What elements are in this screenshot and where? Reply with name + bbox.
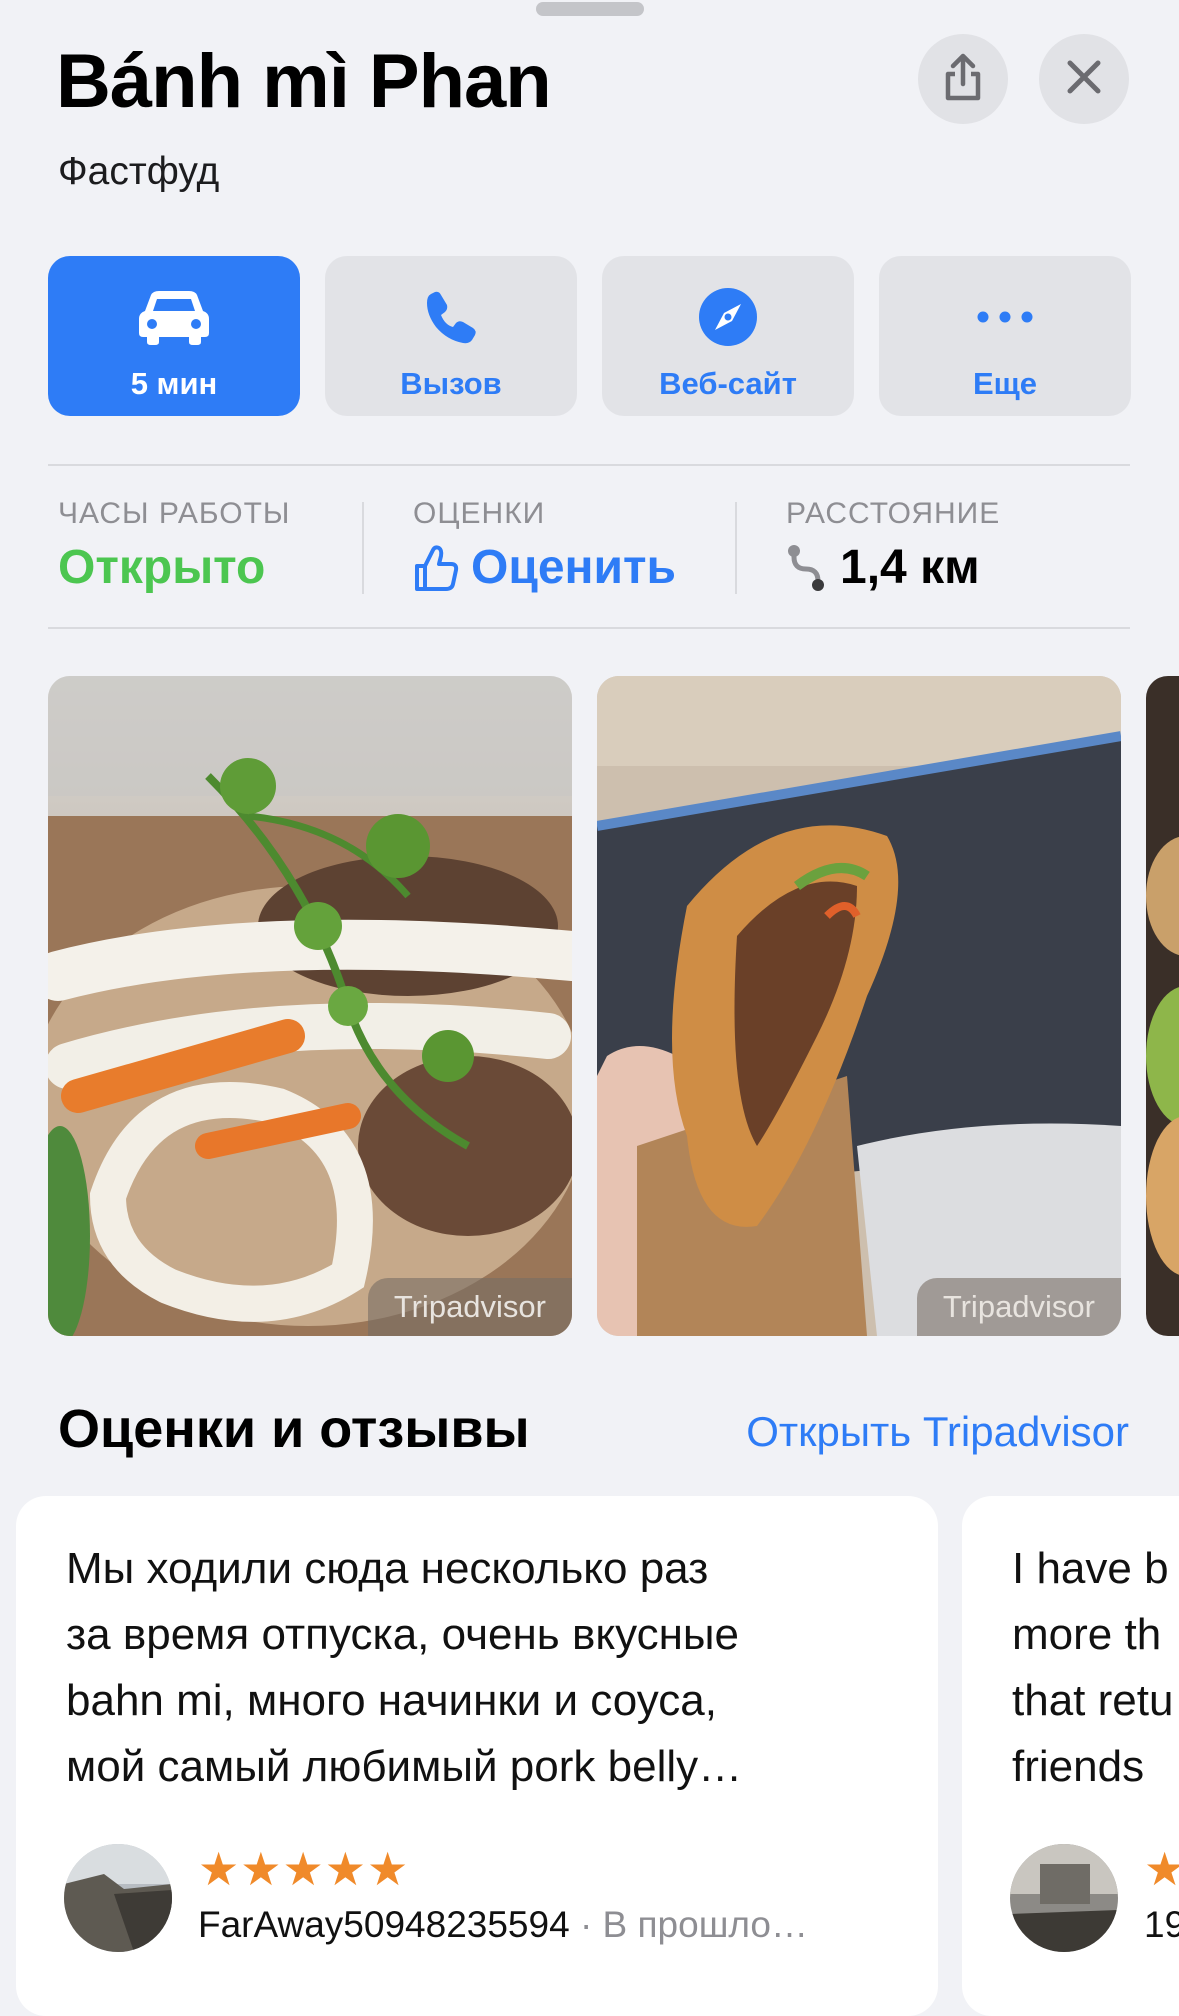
sheet-grabber[interactable] xyxy=(536,2,644,16)
call-label: Вызов xyxy=(400,366,502,401)
close-icon xyxy=(1066,59,1102,100)
review-card[interactable]: I have b more th that retu friends ★ 19 xyxy=(962,1496,1179,2016)
rate-label: Оценить xyxy=(471,541,677,594)
photo-banh-mi-box[interactable]: Tripadvisor xyxy=(48,676,572,1336)
avatar xyxy=(64,1844,172,1952)
divider xyxy=(48,627,1130,629)
place-category: Фастфуд xyxy=(58,150,220,193)
star-rating: ★★★★★ xyxy=(198,1843,410,1895)
photo-banh-mi-hand[interactable]: Tripadvisor xyxy=(597,676,1121,1336)
review-line: more th xyxy=(1012,1610,1162,1659)
place-title: Bánh mì Phan xyxy=(56,39,552,124)
avatar xyxy=(1010,1844,1118,1952)
review-author: 19 xyxy=(1144,1904,1179,1945)
review-author-line: FarAway50948235594 · В прошло… xyxy=(198,1904,808,1946)
distance-heading: РАССТОЯНИЕ xyxy=(786,497,1001,530)
call-button[interactable]: Вызов xyxy=(325,256,577,416)
hours-status[interactable]: Открыто xyxy=(58,540,265,595)
share-icon xyxy=(941,52,985,107)
review-line: I have b xyxy=(1012,1544,1169,1593)
divider xyxy=(735,502,737,594)
directions-button[interactable]: 5 мин xyxy=(48,256,300,416)
hours-heading: ЧАСЫ РАБОТЫ xyxy=(58,497,291,530)
distance-value-row: 1,4 км xyxy=(786,540,980,595)
star-rating: ★ xyxy=(1144,1843,1179,1895)
review-line: мой самый любимый pork belly… xyxy=(66,1742,743,1791)
route-icon xyxy=(786,543,826,593)
review-line: friends xyxy=(1012,1742,1145,1791)
review-line: bahn mi, много начинки и соуса, xyxy=(66,1676,717,1725)
more-label: Еще xyxy=(972,366,1038,401)
website-button[interactable]: Веб-сайт xyxy=(602,256,854,416)
thumbs-up-icon xyxy=(413,544,459,592)
review-card[interactable]: Мы ходили сюда несколько раз за время от… xyxy=(16,1496,938,2016)
close-button[interactable] xyxy=(1039,34,1129,124)
more-button[interactable]: Еще xyxy=(879,256,1131,416)
car-icon xyxy=(137,282,211,352)
review-text: Мы ходили сюда несколько раз за время от… xyxy=(66,1536,742,1800)
review-author: FarAway50948235594 xyxy=(198,1904,570,1945)
directions-label: 5 мин xyxy=(130,366,218,401)
distance-value: 1,4 км xyxy=(840,541,980,594)
review-line: Мы ходили сюда несколько раз xyxy=(66,1544,709,1593)
rate-button[interactable]: Оценить xyxy=(413,540,676,595)
review-line: that retu xyxy=(1012,1676,1174,1725)
photo-source-badge: Tripadvisor xyxy=(367,1278,572,1336)
review-text: I have b more th that retu friends xyxy=(1012,1536,1173,1800)
phone-icon xyxy=(423,282,479,352)
photo-partial[interactable] xyxy=(1146,676,1179,1336)
divider xyxy=(362,502,364,594)
review-date: · В прошло… xyxy=(569,1904,808,1945)
share-button[interactable] xyxy=(918,34,1008,124)
review-line: за время отпуска, очень вкусные xyxy=(66,1610,739,1659)
divider xyxy=(48,464,1130,466)
more-icon xyxy=(975,282,1035,352)
compass-icon xyxy=(697,282,759,352)
ratings-heading: ОЦЕНКИ xyxy=(413,497,546,530)
open-tripadvisor-link[interactable]: Открыть Tripadvisor xyxy=(746,1408,1129,1456)
reviews-section-title: Оценки и отзывы xyxy=(58,1399,530,1459)
photo-source-badge: Tripadvisor xyxy=(916,1278,1121,1336)
website-label: Веб-сайт xyxy=(659,366,797,401)
